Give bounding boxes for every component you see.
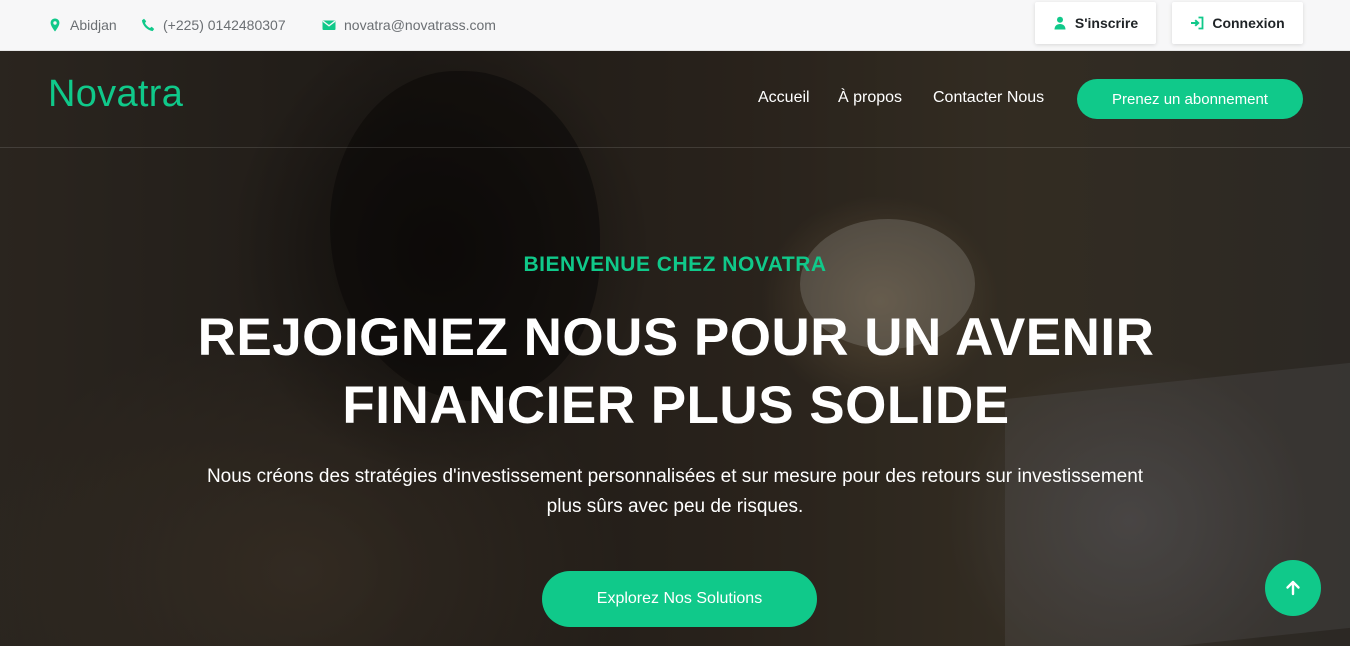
signup-label: S'inscrire [1074, 15, 1139, 31]
login-button[interactable]: Connexion [1172, 2, 1303, 44]
hero-headline-line-2: FINANCIER PLUS SOLIDE [342, 376, 1010, 435]
location-info: Abidjan [48, 17, 117, 33]
top-bar: Abidjan (+225) 0142480307 novatra@novatr… [0, 0, 1350, 51]
navbar-divider [0, 147, 1350, 148]
back-to-top-button[interactable] [1265, 560, 1321, 616]
explore-solutions-label: Explorez Nos Solutions [596, 590, 763, 607]
signup-button[interactable]: S'inscrire [1035, 2, 1156, 44]
subscribe-label: Prenez un abonnement [1112, 90, 1268, 108]
email-text[interactable]: novatra@novatrass.com [344, 17, 496, 33]
envelope-icon [322, 18, 336, 32]
phone-text[interactable]: (+225) 0142480307 [163, 17, 286, 33]
map-marker-icon [48, 18, 62, 32]
hero-eyebrow: BIENVENUE CHEZ NOVATRA [523, 253, 827, 276]
nav-link-contact[interactable]: Contacter Nous [933, 89, 1044, 107]
location-text: Abidjan [70, 17, 117, 33]
hero-description-line-1: Nous créons des stratégies d'investissem… [206, 466, 1144, 487]
phone-info: (+225) 0142480307 [141, 17, 286, 33]
hero-description-line-2: plus sûrs avec peu de risques. [546, 496, 804, 517]
nav-link-accueil[interactable]: Accueil [758, 89, 810, 107]
hero-headline-line-1: REJOIGNEZ NOUS POUR UN AVENIR [197, 308, 1155, 367]
nav-link-a-propos[interactable]: À propos [838, 89, 902, 107]
phone-icon [141, 18, 155, 32]
brand-logo[interactable]: Novatra [48, 73, 183, 116]
explore-solutions-button[interactable]: Explorez Nos Solutions [542, 571, 817, 627]
hero-description: Nous créons des stratégies d'investissem… [120, 462, 1230, 522]
email-info: novatra@novatrass.com [322, 17, 496, 33]
login-label: Connexion [1212, 15, 1285, 31]
arrow-up-icon [1284, 579, 1302, 597]
sign-in-icon [1190, 16, 1204, 30]
user-icon [1053, 16, 1067, 30]
subscribe-button[interactable]: Prenez un abonnement [1077, 79, 1303, 119]
hero-headline: REJOIGNEZ NOUS POUR UN AVENIR FINANCIER … [176, 304, 1176, 440]
hero-section: Novatra Accueil À propos Contacter Nous … [0, 51, 1350, 646]
